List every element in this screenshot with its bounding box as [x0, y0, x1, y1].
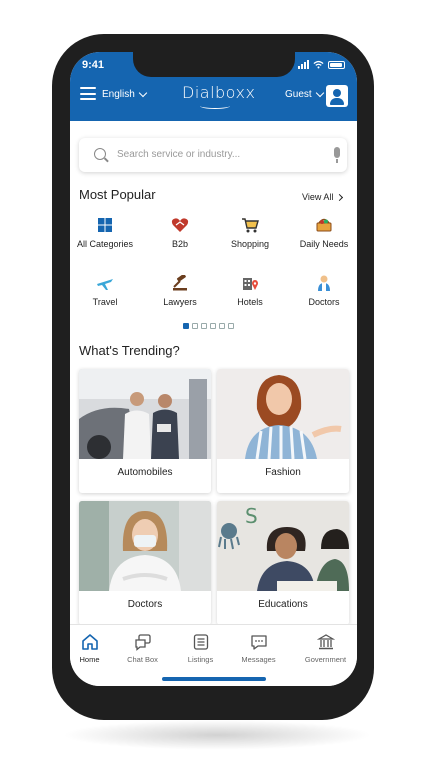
- phone-notch: [133, 52, 295, 77]
- trending-card-fashion[interactable]: Fashion: [217, 369, 349, 493]
- pagination-dot[interactable]: [201, 323, 207, 329]
- logo-swoosh: [200, 103, 230, 109]
- shopping-cart-icon: [242, 218, 259, 233]
- category-b2b[interactable]: B2b: [145, 217, 215, 249]
- avatar-icon[interactable]: [326, 85, 348, 107]
- doctors-image: [79, 501, 211, 591]
- category-all-categories[interactable]: All Categories: [70, 217, 140, 249]
- doctor-icon: [318, 275, 330, 291]
- view-all-label: View All: [302, 192, 334, 202]
- handshake-heart-icon: [171, 218, 189, 232]
- pagination-dot[interactable]: [183, 323, 189, 329]
- category-label: Travel: [92, 297, 118, 307]
- hotel-icon: [243, 278, 258, 290]
- category-label: All Categories: [76, 239, 134, 249]
- nav-label: Home: [79, 655, 100, 664]
- app-screen: 9:41 English Dialboxx Guest Search servi…: [70, 52, 357, 686]
- educations-image: S: [217, 501, 349, 591]
- basket-icon: [316, 218, 332, 232]
- card-label: Automobiles: [117, 467, 173, 478]
- chevron-down-icon: [315, 88, 324, 98]
- svg-text:S: S: [245, 504, 258, 528]
- wifi-icon: [313, 60, 324, 69]
- nav-home[interactable]: Home: [70, 633, 117, 664]
- home-icon: [81, 634, 98, 650]
- pagination-dot[interactable]: [210, 323, 216, 329]
- nav-label: Messages: [241, 655, 276, 664]
- message-icon: [250, 635, 267, 650]
- home-indicator: [162, 677, 266, 681]
- category-label: Daily Needs: [299, 239, 349, 249]
- trending-title: What's Trending?: [79, 343, 180, 358]
- hamburger-menu-icon[interactable]: [80, 87, 96, 100]
- most-popular-title: Most Popular: [79, 187, 156, 202]
- nav-government[interactable]: Government: [298, 633, 353, 664]
- category-travel[interactable]: Travel: [70, 275, 140, 307]
- category-label: Doctors: [308, 297, 340, 307]
- category-shopping[interactable]: Shopping: [215, 217, 285, 249]
- category-label: B2b: [171, 239, 188, 249]
- nav-messages[interactable]: Messages: [231, 633, 286, 664]
- nav-label: Chat Box: [127, 655, 158, 664]
- user-menu[interactable]: Guest: [285, 88, 324, 100]
- card-label: Fashion: [265, 467, 301, 478]
- view-all-link[interactable]: View All: [302, 192, 344, 202]
- app-logo: Dialboxx: [182, 83, 256, 102]
- card-label: Doctors: [127, 599, 163, 610]
- list-icon: [193, 634, 208, 650]
- gavel-icon: [173, 275, 187, 291]
- airplane-icon: [97, 279, 113, 290]
- language-label: English: [102, 89, 135, 100]
- nav-chat-box[interactable]: Chat Box: [115, 633, 170, 664]
- nav-listings[interactable]: Listings: [173, 633, 228, 664]
- nav-label: Government: [304, 655, 347, 664]
- category-lawyers[interactable]: Lawyers: [145, 275, 215, 307]
- battery-icon: [328, 60, 345, 69]
- chevron-right-icon: [336, 193, 344, 201]
- trending-card-automobiles[interactable]: Automobiles: [79, 369, 211, 493]
- status-time: 9:41: [82, 59, 105, 71]
- category-hotels[interactable]: Hotels: [215, 275, 285, 307]
- automobiles-image: [79, 369, 211, 459]
- pagination-dot[interactable]: [192, 323, 198, 329]
- card-label: Educations: [258, 599, 308, 610]
- search-bar[interactable]: Search service or industry...: [79, 138, 347, 172]
- chat-icon: [134, 634, 151, 651]
- status-icons: [298, 60, 345, 69]
- fashion-image: [217, 369, 349, 459]
- category-daily-needs[interactable]: Daily Needs: [289, 217, 357, 249]
- pagination-dot[interactable]: [219, 323, 225, 329]
- search-input[interactable]: Search service or industry...: [117, 149, 240, 160]
- signal-icon: [298, 60, 309, 69]
- nav-label: Listings: [187, 655, 214, 664]
- chevron-down-icon: [138, 88, 148, 98]
- pagination-dot[interactable]: [228, 323, 234, 329]
- category-pagination: [183, 323, 234, 329]
- search-icon: [94, 148, 106, 160]
- category-label: Shopping: [230, 239, 270, 249]
- trending-card-educations[interactable]: S Educations: [217, 501, 349, 625]
- category-label: Lawyers: [163, 297, 197, 307]
- user-label: Guest: [285, 89, 312, 100]
- grid-icon: [98, 218, 112, 232]
- government-building-icon: [316, 634, 335, 650]
- category-label: Hotels: [237, 297, 263, 307]
- phone-shadow: [62, 720, 372, 750]
- language-selector[interactable]: English: [102, 88, 148, 100]
- microphone-icon[interactable]: [334, 147, 340, 163]
- trending-card-doctors[interactable]: Doctors: [79, 501, 211, 625]
- category-doctors[interactable]: Doctors: [289, 275, 357, 307]
